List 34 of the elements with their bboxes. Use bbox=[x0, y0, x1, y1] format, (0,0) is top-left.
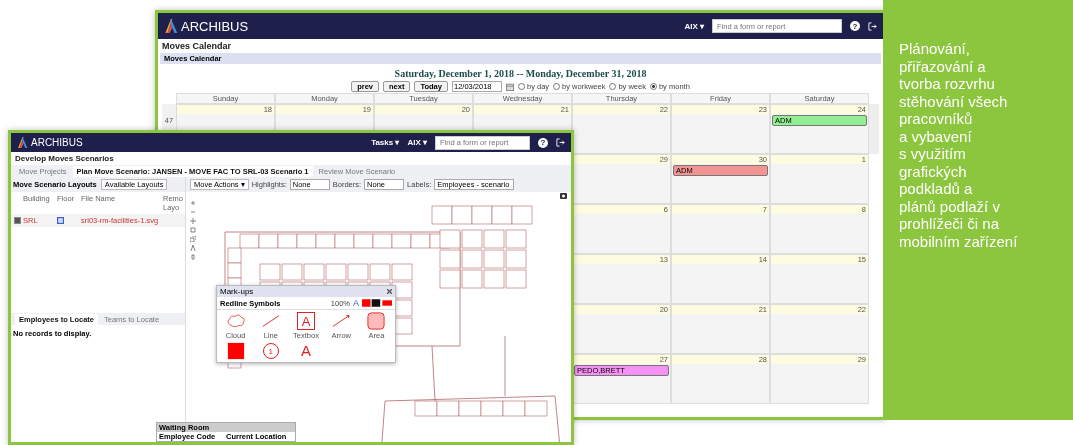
help-icon[interactable]: ? bbox=[850, 21, 860, 31]
logout-icon[interactable] bbox=[868, 21, 877, 31]
camera-icon[interactable] bbox=[560, 193, 567, 199]
color-swatches-icon[interactable] bbox=[362, 299, 392, 307]
font-size-control[interactable]: A bbox=[353, 298, 359, 308]
user-menu[interactable]: AIX ▾ bbox=[684, 21, 704, 31]
page-title: Develop Moves Scenarios bbox=[14, 153, 115, 165]
panel-title: Mark-ups bbox=[220, 287, 254, 296]
brand-name: ARCHIBUS bbox=[31, 137, 83, 148]
help-icon[interactable]: ? bbox=[538, 137, 548, 148]
brand-name: ARCHIBUS bbox=[181, 18, 249, 34]
line-symbol-icon[interactable] bbox=[260, 312, 281, 330]
text-symbol-icon[interactable]: A bbox=[301, 342, 311, 360]
logout-icon[interactable] bbox=[556, 138, 565, 147]
plan-tool-icon[interactable] bbox=[190, 218, 196, 224]
caption-text: Plánování, přiřazování a tvorba rozvrhu stěhování všech pracovníků a vybavení s využitím grafických podkladů a plánů podlaží v prohlížeči či na mobilním zařízení bbox=[899, 40, 1019, 250]
cloud-symbol-icon[interactable] bbox=[225, 312, 246, 330]
header-menu[interactable]: Tasks ▾ bbox=[371, 138, 400, 147]
row-checkbox[interactable] bbox=[14, 217, 21, 224]
square-symbol-icon[interactable] bbox=[225, 342, 246, 360]
logo-icon bbox=[17, 137, 28, 148]
area-symbol-icon[interactable] bbox=[366, 312, 387, 330]
arrow-symbol-icon[interactable] bbox=[331, 312, 352, 330]
textbox-symbol-icon[interactable]: A bbox=[297, 312, 315, 330]
calendar-icon[interactable] bbox=[505, 82, 514, 91]
date-range-title: Saturday, December 1, 2018 -- Monday, December 31, 2018 bbox=[393, 68, 648, 79]
close-icon[interactable] bbox=[387, 289, 392, 294]
plan-tool-icon[interactable] bbox=[190, 236, 196, 242]
plan-tool-icon[interactable] bbox=[190, 200, 196, 206]
logo-icon bbox=[164, 19, 178, 33]
header-menu[interactable]: AIX ▾ bbox=[407, 138, 427, 147]
plan-tool-icon[interactable] bbox=[190, 227, 196, 233]
floor-plan-icon[interactable] bbox=[57, 217, 64, 224]
page-title: Moves Calendar bbox=[161, 40, 233, 53]
